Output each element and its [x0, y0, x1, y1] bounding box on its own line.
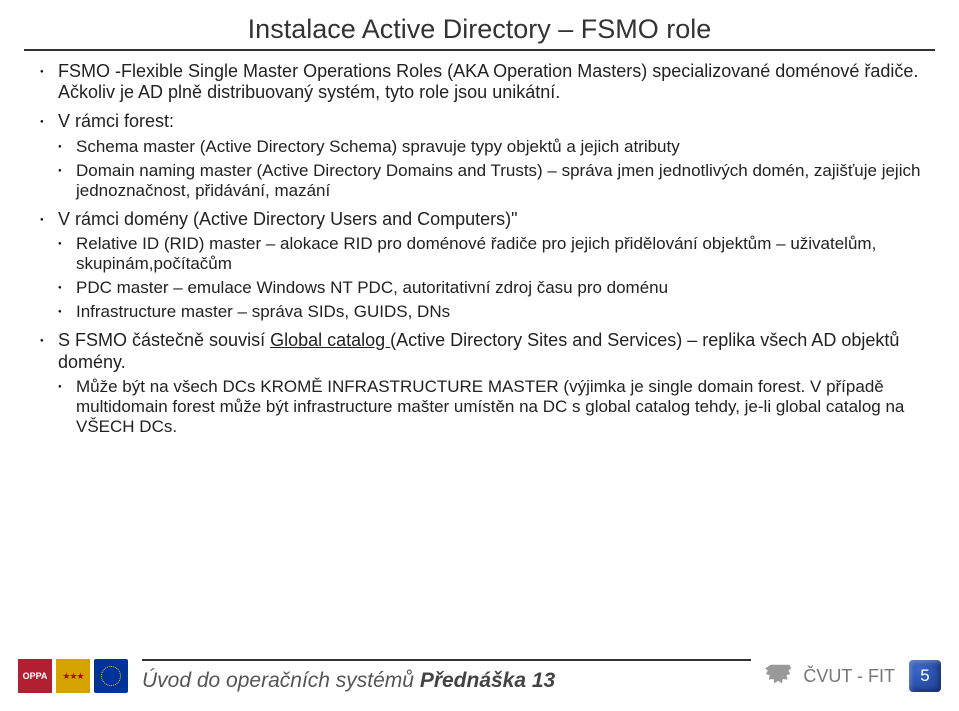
gc-pre: S FSMO částečně souvisí — [58, 330, 270, 350]
title-rule — [24, 49, 935, 51]
slide-footer: Úvod do operačních systémů Přednáška 13 … — [0, 647, 959, 711]
bullet-domain-naming-master: Domain naming master (Active Directory D… — [58, 161, 931, 201]
prague-logo-icon — [56, 659, 90, 693]
gc-underline: Global catalog — [270, 330, 390, 350]
slide-title: Instalace Active Directory – FSMO role — [0, 0, 959, 49]
bullet-pdc-master: PDC master – emulace Windows NT PDC, aut… — [58, 278, 931, 298]
bullet-rid-master: Relative ID (RID) master – alokace RID p… — [58, 234, 931, 274]
bullet-schema-master: Schema master (Active Directory Schema) … — [58, 137, 931, 157]
cvut-lion-icon — [765, 660, 795, 692]
subtitle-bold: Přednáška 13 — [420, 669, 555, 692]
page-number: 5 — [909, 660, 941, 692]
footer-logos — [18, 659, 128, 693]
bullet-fsmo-intro: FSMO -Flexible Single Master Operations … — [40, 61, 931, 103]
bullet-forest-label: V rámci forest: — [58, 111, 174, 131]
bullet-domain-label: V rámci domény (Active Directory Users a… — [58, 209, 518, 229]
oppa-logo-icon — [18, 659, 52, 693]
bullet-global-catalog: S FSMO částečně souvisí Global catalog (… — [40, 330, 931, 437]
bullet-infrastructure-master: Infrastructure master – správa SIDs, GUI… — [58, 302, 931, 322]
bullet-gc-exception: Může být na všech DCs KROMĚ INFRASTRUCTU… — [58, 377, 931, 437]
footer-org-text: ČVUT - FIT — [803, 666, 895, 687]
footer-subtitle-wrap: Úvod do operačních systémů Přednáška 13 — [142, 659, 751, 693]
subtitle-plain: Úvod do operačních systémů — [142, 669, 420, 692]
footer-subtitle: Úvod do operačních systémů Přednáška 13 — [142, 669, 555, 693]
eu-logo-icon — [94, 659, 128, 693]
footer-org: ČVUT - FIT — [765, 660, 895, 692]
bullet-forest: V rámci forest: Schema master (Active Di… — [40, 111, 931, 200]
bullet-domain: V rámci domény (Active Directory Users a… — [40, 209, 931, 322]
slide-body: FSMO -Flexible Single Master Operations … — [0, 61, 959, 647]
